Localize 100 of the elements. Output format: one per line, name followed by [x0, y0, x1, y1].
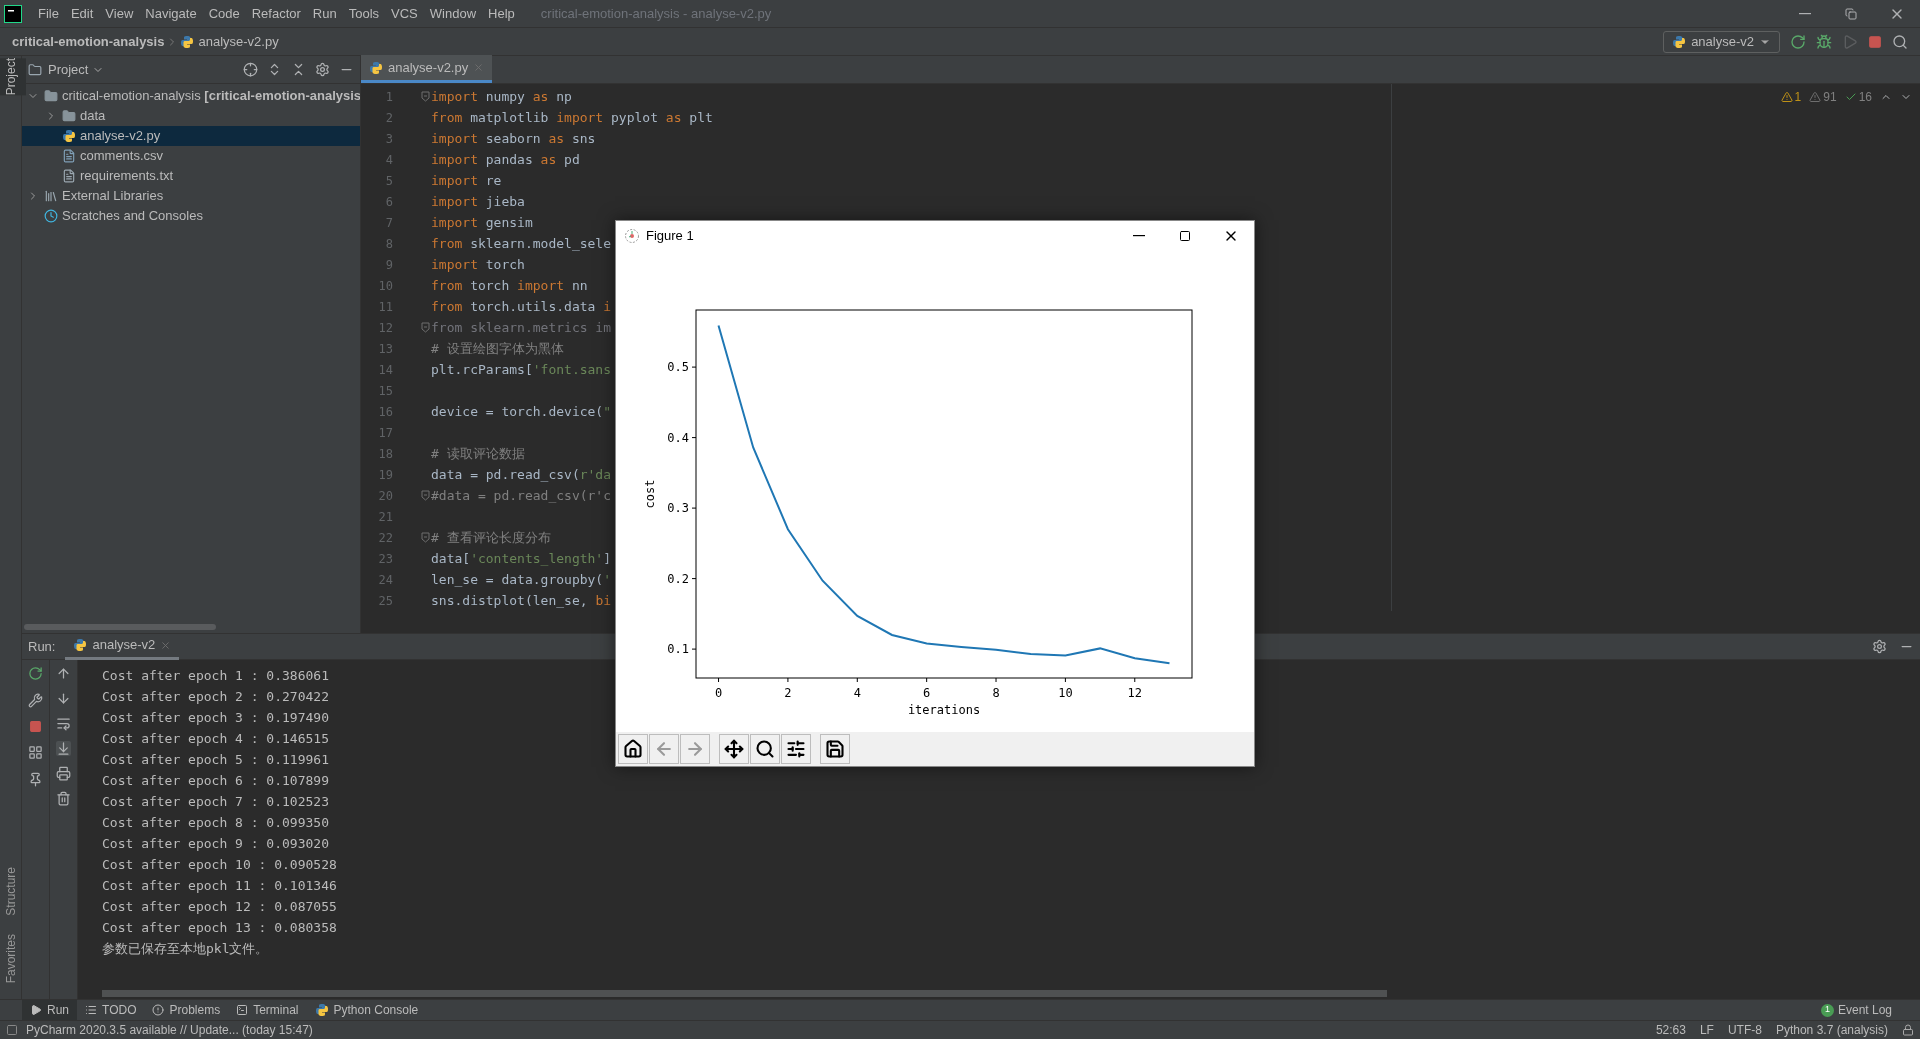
tool-tab[interactable]: Run [22, 999, 77, 1021]
panel-title[interactable]: Project [48, 59, 89, 80]
fold-marker-icon[interactable] [421, 490, 430, 501]
line-number: 16 [377, 403, 393, 421]
wrench-icon[interactable] [28, 693, 43, 708]
home-button[interactable] [618, 734, 648, 764]
status-item[interactable]: 52:63 [1655, 1021, 1686, 1039]
breadcrumb[interactable]: analyse-v2.py [198, 31, 279, 52]
tree-item[interactable]: comments.csv [22, 146, 360, 166]
folder-icon [62, 109, 76, 123]
menu-item[interactable]: Refactor [245, 3, 307, 24]
breadcrumb[interactable]: critical-emotion-analysis [12, 31, 165, 52]
inspection-count[interactable]: 1 [1780, 88, 1802, 106]
status-item[interactable]: UTF-8 [1727, 1021, 1762, 1039]
pin-icon[interactable] [28, 772, 43, 787]
text-file-icon [62, 169, 76, 183]
forward-icon [685, 739, 705, 759]
inspection-count[interactable]: 91 [1809, 88, 1837, 106]
layout-icon[interactable] [28, 745, 43, 760]
search-icon[interactable] [1892, 33, 1908, 50]
code-line: import torch [431, 255, 525, 274]
menu-item[interactable]: Code [202, 3, 246, 24]
terminal-icon [236, 1004, 249, 1016]
fold-marker-icon[interactable] [421, 322, 430, 333]
code-line: from sklearn.model_sele [431, 234, 612, 253]
menu-item[interactable]: Window [423, 3, 483, 24]
bug-icon[interactable] [1816, 33, 1832, 50]
lock-icon[interactable] [1902, 1024, 1914, 1036]
line-number: 14 [377, 361, 393, 379]
tree-item[interactable]: Scratches and Consoles [22, 206, 360, 226]
editor-tab[interactable]: analyse-v2.py [361, 55, 493, 83]
fold-marker-icon[interactable] [421, 91, 430, 102]
tick-label: 0.1 [667, 642, 689, 657]
side-tab[interactable]: Project [0, 58, 26, 96]
tool-tab[interactable]: Terminal [228, 999, 307, 1021]
run-config-dropdown[interactable]: analyse-v2 [1663, 30, 1780, 53]
tree-item[interactable]: External Libraries [22, 186, 360, 206]
clock-icon [44, 209, 58, 223]
configure-button[interactable] [781, 734, 811, 764]
menu-item[interactable]: Tools [342, 3, 386, 24]
status-item[interactable]: Python 3.7 (analysis) [1775, 1021, 1888, 1039]
scrollbar[interactable] [24, 624, 216, 630]
wrap-icon[interactable] [56, 716, 71, 731]
console-line: Cost after epoch 1 : 0.386061 [102, 667, 329, 685]
menu-item[interactable]: VCS [385, 3, 424, 24]
code-line: # 查看评论长度分布 [431, 528, 551, 547]
side-tab[interactable]: Favorites [0, 933, 26, 983]
status-item[interactable]: LF [1699, 1021, 1714, 1039]
tick-label: 0 [714, 686, 723, 700]
menu-item[interactable]: File [32, 3, 65, 24]
back-icon [654, 739, 674, 759]
fold-marker-icon[interactable] [421, 532, 430, 543]
stop-icon[interactable] [1868, 34, 1882, 49]
tool-tab[interactable]: TODO [77, 999, 145, 1021]
warning-icon [1809, 91, 1822, 103]
menu-item[interactable]: View [99, 3, 140, 24]
pan-icon [724, 739, 744, 759]
tick-label: 0.4 [667, 430, 689, 445]
menu-item[interactable]: Edit [64, 3, 100, 24]
tree-item[interactable]: requirements.txt [22, 166, 360, 186]
stop-icon[interactable] [29, 720, 42, 733]
line-number: 12 [377, 319, 393, 337]
inspection-count[interactable]: 16 [1844, 88, 1872, 106]
print-icon[interactable] [56, 766, 71, 781]
code-line: len_se = data.groupby(' [431, 570, 611, 589]
scrollbar[interactable] [102, 989, 1387, 997]
notification-badge: 1 [1820, 1003, 1834, 1017]
panel-title: Run: [28, 637, 56, 656]
zoom-button[interactable] [750, 734, 780, 764]
arrow-down-icon[interactable] [56, 691, 71, 706]
settings-icon[interactable] [1872, 639, 1887, 654]
scroll-to-end-icon[interactable] [56, 741, 71, 756]
panel-toggle-icon[interactable] [6, 1024, 18, 1036]
zoom-icon [755, 739, 775, 759]
tree-item[interactable]: data [22, 106, 360, 126]
minimize-icon [1133, 235, 1145, 237]
menu-item[interactable]: Run [306, 3, 343, 24]
rerun-icon[interactable] [28, 666, 43, 681]
tool-tab[interactable]: Python Console [306, 999, 427, 1021]
save-button[interactable] [820, 734, 850, 764]
status-message[interactable]: PyCharm 2020.3.5 available // Update... (today 15:47) [26, 1021, 313, 1039]
line-number: 21 [377, 508, 393, 526]
tick-label: 0.3 [667, 501, 689, 516]
close-icon[interactable] [160, 639, 172, 651]
side-tab[interactable]: Structure [0, 866, 26, 916]
code-line: # 设置绘图字体为黑体 [431, 339, 564, 358]
console-line: Cost after epoch 11 : 0.101346 [102, 877, 337, 895]
menu-item[interactable]: Help [482, 3, 521, 24]
rerun-icon[interactable] [1790, 33, 1806, 50]
tree-item[interactable]: analyse-v2.py [22, 126, 360, 146]
arrow-up-icon[interactable] [56, 666, 71, 681]
tool-tab[interactable]: Problems [144, 999, 229, 1021]
crosshair-icon[interactable] [243, 62, 258, 77]
console-line: Cost after epoch 13 : 0.080358 [102, 919, 337, 937]
menu-item[interactable]: Navigate [139, 3, 203, 24]
trash-icon[interactable] [56, 791, 71, 806]
pan-button[interactable] [719, 734, 749, 764]
event-log[interactable]: 1 Event Log [1820, 1001, 1892, 1019]
console-line: Cost after epoch 12 : 0.087055 [102, 898, 337, 916]
settings-icon[interactable] [315, 62, 330, 77]
